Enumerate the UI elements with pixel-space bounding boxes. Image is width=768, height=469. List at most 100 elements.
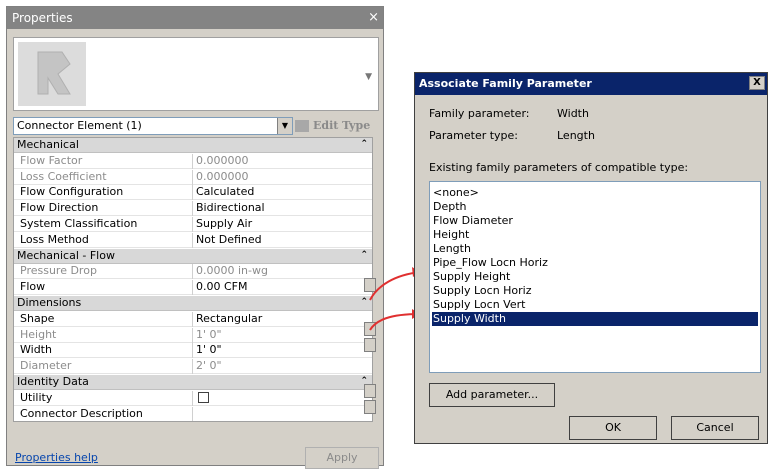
property-row[interactable]: Utility [14, 390, 372, 406]
property-group-header[interactable]: Dimensions ⌃ [14, 296, 372, 311]
column-divider [192, 359, 193, 375]
parameter-list-item[interactable]: Length [432, 242, 758, 256]
property-row[interactable]: Connector Description [14, 406, 372, 421]
property-label: System Classification [20, 217, 138, 230]
scroll-thumb[interactable] [364, 322, 376, 336]
parameter-list[interactable]: <none> Depth Flow Diameter Height Length Pipe… [429, 181, 761, 373]
column-divider [192, 232, 193, 248]
dialog-title-bar[interactable]: Associate Family Parameter X [415, 73, 767, 95]
property-row: Loss Coefficient 0.000000 [14, 169, 372, 185]
properties-palette: Properties × ▼ Connector Element (1) ▼ E… [6, 6, 384, 469]
property-row[interactable]: Shape Rectangular [14, 311, 372, 327]
property-value[interactable]: Supply Air [196, 217, 252, 231]
property-row[interactable]: Flow Configuration Calculated [14, 185, 372, 201]
scroll-thumb[interactable] [364, 278, 376, 292]
property-label: Connector Description [20, 406, 143, 420]
property-value[interactable]: Rectangular [196, 312, 262, 326]
property-label: Flow [20, 280, 46, 294]
column-divider [192, 390, 193, 406]
properties-title-bar[interactable]: Properties × [7, 7, 383, 29]
property-row: Flow Factor 0.000000 [14, 153, 372, 169]
property-label: Width [20, 343, 52, 357]
group-label: Identity Data [17, 375, 89, 388]
property-value[interactable]: Calculated [196, 185, 254, 199]
column-divider [192, 185, 193, 201]
add-parameter-button[interactable]: Add parameter... [429, 383, 555, 407]
parameter-list-item[interactable]: Supply Locn Vert [432, 298, 758, 312]
type-selector-value: Connector Element (1) [17, 119, 142, 132]
column-divider [192, 311, 193, 327]
property-value[interactable]: 1' 0" [196, 343, 222, 357]
property-row: Height 1' 0" [14, 327, 372, 343]
properties-title: Properties [12, 11, 73, 25]
family-preview-icon [18, 42, 86, 106]
property-group-header[interactable]: Mechanical - Flow ⌃ [14, 248, 372, 264]
chevron-down-icon[interactable]: ▼ [365, 72, 372, 82]
property-label: Utility [20, 390, 53, 404]
column-divider [192, 201, 193, 217]
property-value: 0.000000 [196, 169, 249, 183]
property-row[interactable]: Flow Direction Bidirectional [14, 201, 372, 217]
column-divider [192, 406, 193, 421]
property-value[interactable]: Bidirectional [196, 201, 265, 215]
column-divider [192, 327, 193, 343]
column-divider [192, 280, 193, 296]
column-divider [192, 343, 193, 359]
property-value[interactable]: 0.00 CFM [196, 280, 248, 294]
parameter-list-item[interactable]: Supply Height [432, 270, 758, 284]
type-selector-dropdown[interactable]: Connector Element (1) ▼ [13, 117, 293, 135]
column-divider [192, 264, 193, 280]
chevron-down-icon[interactable]: ▼ [277, 118, 292, 134]
property-label: Shape [20, 311, 55, 325]
property-group-header[interactable]: Identity Data ⌃ [14, 375, 372, 390]
property-value: 0.0000 in-wg [196, 264, 268, 278]
property-value[interactable]: Not Defined [196, 233, 262, 247]
property-value: 1' 0" [196, 327, 222, 341]
scroll-thumb[interactable] [364, 338, 376, 352]
group-label: Mechanical [17, 138, 79, 151]
edit-type-button[interactable]: Edit Type [295, 117, 381, 135]
property-label: Height [20, 327, 57, 341]
property-value: 0.000000 [196, 153, 249, 167]
property-group-header[interactable]: Mechanical ⌃ [14, 138, 372, 153]
property-row[interactable]: Loss Method Not Defined [14, 232, 372, 248]
property-label: Loss Method [20, 232, 89, 246]
dialog-title: Associate Family Parameter [419, 77, 592, 90]
property-value: 2' 0" [196, 359, 222, 373]
parameter-list-item[interactable]: <none> [432, 186, 758, 200]
property-row[interactable]: Width 1' 0" [14, 343, 372, 359]
parameter-list-item[interactable]: Height [432, 228, 758, 242]
properties-grid[interactable]: Mechanical ⌃ Flow Factor 0.000000 Loss Coeff… [13, 137, 373, 422]
property-label: Flow Direction [20, 201, 99, 215]
utility-checkbox[interactable] [198, 391, 209, 403]
existing-parameters-label: Existing family parameters of compatible… [429, 161, 689, 174]
scroll-thumb[interactable] [364, 400, 376, 414]
parameter-list-item[interactable]: Pipe_Flow Locn Horiz [432, 256, 758, 270]
parameter-list-item[interactable]: Depth [432, 200, 758, 214]
properties-help-link[interactable]: Properties help [15, 451, 98, 464]
family-parameter-label: Family parameter: [429, 107, 530, 120]
cancel-button[interactable]: Cancel [671, 416, 759, 440]
edit-type-label: Edit Type [313, 119, 371, 132]
property-label: Flow Factor [20, 153, 83, 167]
close-icon[interactable]: X [749, 76, 765, 90]
group-label: Mechanical - Flow [17, 248, 115, 262]
parameter-list-item[interactable]: Flow Diameter [432, 214, 758, 228]
close-icon[interactable]: × [368, 7, 379, 29]
column-divider [192, 217, 193, 232]
parameter-list-item[interactable]: Supply Width [432, 312, 758, 326]
property-row[interactable]: System Classification Supply Air [14, 217, 372, 232]
parameter-list-item[interactable]: Supply Locn Horiz [432, 284, 758, 298]
apply-button[interactable]: Apply [305, 447, 379, 469]
ok-button[interactable]: OK [569, 416, 657, 440]
parameter-type-value: Length [557, 129, 595, 142]
parameter-type-label: Parameter type: [429, 129, 519, 142]
associate-family-parameter-dialog: Associate Family Parameter X Family para… [414, 72, 768, 444]
edit-type-icon [295, 120, 309, 132]
property-label: Flow Configuration [20, 185, 124, 199]
property-row[interactable]: Flow 0.00 CFM [14, 280, 372, 296]
column-divider [192, 153, 193, 169]
scroll-thumb[interactable] [364, 384, 376, 398]
type-preview[interactable]: ▼ [13, 37, 379, 111]
property-label: Pressure Drop [20, 264, 97, 278]
